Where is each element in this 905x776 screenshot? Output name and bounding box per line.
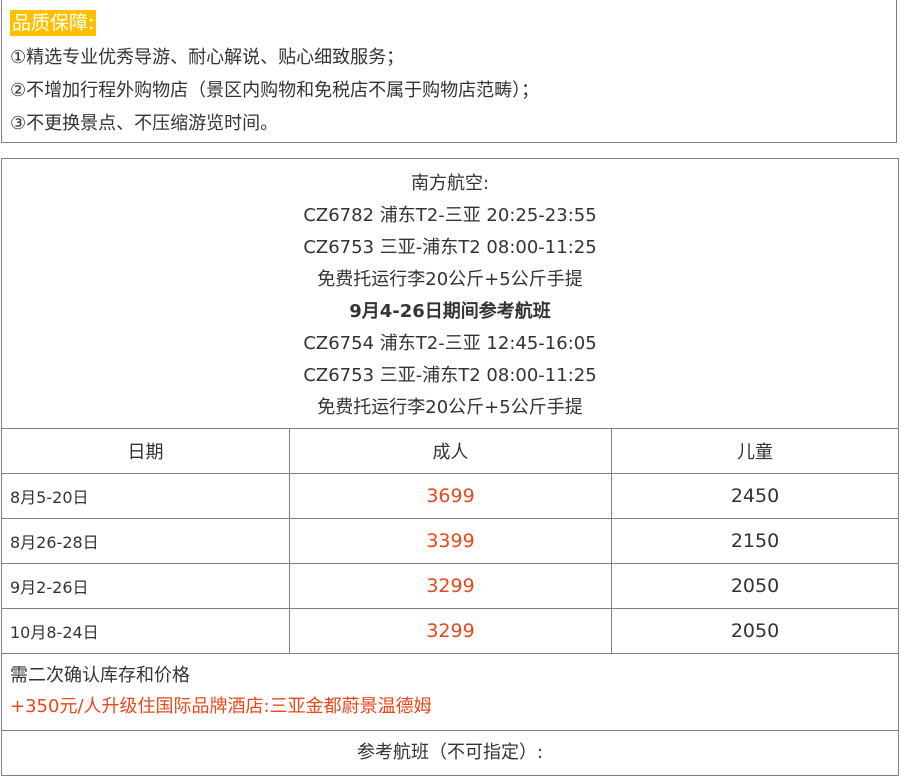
flight-line: CZ6754 浦东T2-三亚 12:45-16:05	[303, 333, 597, 354]
row-date: 10月8-24日	[1, 608, 290, 654]
stock-confirm-note: 需二次确认库存和价格	[10, 665, 190, 686]
header-adult: 成人	[289, 428, 612, 474]
row-child-price: 2150	[610, 518, 900, 564]
airline-name: 南方航空:	[410, 173, 490, 194]
flight-info-row: 南方航空: CZ6782 浦东T2-三亚 20:25-23:55 CZ6753 …	[0, 158, 900, 429]
guarantee-title: 品质保障:	[10, 10, 97, 36]
row-child-price: 2450	[610, 473, 900, 519]
flight-line: CZ6753 三亚-浦东T2 08:00-11:25	[303, 365, 597, 386]
table-row: 8月26-28日 3399 2150	[1, 518, 900, 564]
table-row: 8月5-20日 3699 2450	[1, 473, 900, 519]
baggage-info: 免费托运行李20公斤+5公斤手提	[317, 269, 583, 290]
table-header: 日期 成人 儿童	[1, 428, 900, 474]
table-row: 10月8-24日 3299 2050	[1, 608, 900, 654]
guarantee-item: ①精选专业优秀导游、耐心解说、贴心细致服务；	[10, 47, 405, 68]
header-child: 儿童	[610, 428, 900, 474]
row-date: 8月26-28日	[1, 518, 290, 564]
row-adult-price: 3699	[289, 473, 612, 519]
row-adult-price: 3299	[289, 608, 612, 654]
guarantee-item: ②不增加行程外购物店（景区内购物和免税店不属于购物店范畴）；	[10, 80, 540, 101]
flight-info: 南方航空: CZ6782 浦东T2-三亚 20:25-23:55 CZ6753 …	[0, 158, 900, 429]
flight-line: CZ6782 浦东T2-三亚 20:25-23:55	[303, 205, 597, 226]
header-date: 日期	[1, 428, 290, 474]
reference-flights-title: 参考航班（不可指定）:	[0, 730, 900, 776]
row-date: 8月5-20日	[1, 473, 290, 519]
row-date: 9月2-26日	[1, 563, 290, 609]
flight-period: 9月4-26日期间参考航班	[349, 301, 551, 322]
price-table: 南方航空: CZ6782 浦东T2-三亚 20:25-23:55 CZ6753 …	[0, 158, 900, 776]
hotel-upgrade-note: +350元/人升级住国际品牌酒店:三亚金都蔚景温德姆	[10, 696, 432, 717]
row-adult-price: 3299	[289, 563, 612, 609]
flight-line: CZ6753 三亚-浦东T2 08:00-11:25	[303, 237, 597, 258]
reference-row: 参考航班（不可指定）:	[0, 730, 900, 776]
baggage-info: 免费托运行李20公斤+5公斤手提	[317, 397, 583, 418]
notes-cell: 需二次确认库存和价格 +350元/人升级住国际品牌酒店:三亚金都蔚景温德姆	[0, 653, 900, 731]
notes-row: 需二次确认库存和价格 +350元/人升级住国际品牌酒店:三亚金都蔚景温德姆	[0, 653, 900, 731]
table-row: 9月2-26日 3299 2050	[1, 563, 900, 609]
row-child-price: 2050	[610, 608, 900, 654]
row-adult-price: 3399	[289, 518, 612, 564]
guarantee-box: 品质保障: ①精选专业优秀导游、耐心解说、贴心细致服务； ②不增加行程外购物店（…	[1, 0, 897, 143]
guarantee-item: ③不更换景点、不压缩游览时间。	[10, 113, 279, 134]
row-child-price: 2050	[610, 563, 900, 609]
